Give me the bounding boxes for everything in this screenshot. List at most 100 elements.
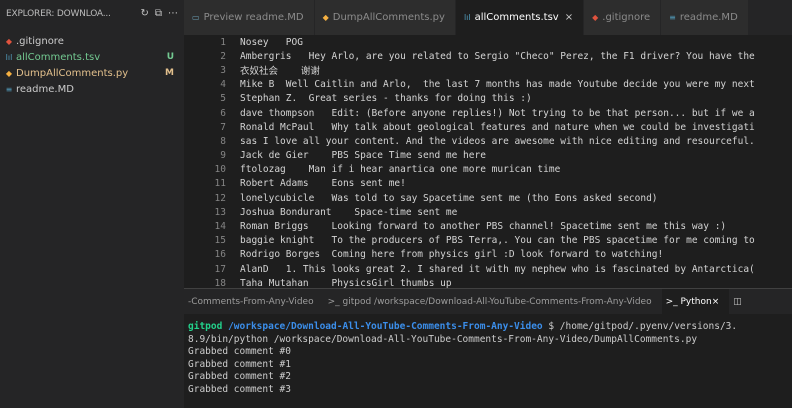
line-number: 8 [220,135,226,147]
line-text: Rodrigo Borges Coming here from physics … [240,249,664,261]
line-text: baggie knight To the producers of PBS Te… [240,235,755,247]
tab-label: Preview readme.MD [203,12,304,23]
tab-file-icon: ≡ [669,13,676,22]
line-text: Taha Mutahan PhysicsGirl thumbs up [240,277,452,288]
file-type-icon: ◆ [5,36,13,46]
editor-tab[interactable]: ◆ .gitignore [584,0,662,35]
terminal-output-line: Grabbed comment #1 [188,358,291,370]
line-text: sas I love all your content. And the vid… [240,135,755,147]
terminal-command: $ /home/gitpod/.pyenv/versions/3. [542,321,738,332]
terminal-tab-bar: -Comments-From-Any-Video >_ gitpod /works… [184,289,792,314]
explorer-header: EXPLORER: DOWNLOA... ↻ ⧉ ⋯ [0,0,184,27]
line-number: 17 [214,263,226,275]
split-terminal-icon[interactable]: ◫ [729,297,742,307]
tab-file-icon: lıl [463,13,471,22]
file-item[interactable]: ◆ DumpAllComments.py M [0,65,184,81]
terminal-output-line: Grabbed comment #2 [188,371,291,382]
terminal-output[interactable]: gitpod /workspace/Download-All-YouTube-C… [184,314,792,396]
editor-tab[interactable]: ◆ DumpAllComments.py [314,0,456,35]
tab-file-icon: ◆ [322,13,329,22]
line-number: 12 [214,192,226,204]
file-item[interactable]: ◆ .gitignore [0,33,184,49]
line-number: 6 [220,107,226,119]
close-tab-icon[interactable]: × [565,12,573,23]
terminal-panel: -Comments-From-Any-Video >_ gitpod /works… [184,288,792,408]
tab-label: .gitignore [602,12,651,23]
file-list: ◆ .gitignore lıl allComments.tsv U ◆ DumpAllCo… [0,33,184,97]
line-text: AlanD 1. This looks great 2. I shared it… [240,263,755,275]
line-number: 1 [220,36,226,48]
code-line: 9 Jack de Gier PBS Space Time send me her… [184,149,792,163]
line-number: 10 [214,164,226,176]
terminal-tab[interactable]: >_ gitpod /workspace/Download-All-YouTub… [324,297,662,307]
line-number: 7 [220,121,226,133]
line-number: 16 [214,249,226,261]
terminal-output-line: Grabbed comment #3 [188,383,291,395]
line-text: 衣奴社会 谢谢 [240,66,320,78]
file-type-icon: ≡ [5,84,13,94]
line-number: 13 [214,206,226,218]
file-name: allComments.tsv [16,51,101,63]
editor-tab[interactable]: lıl allComments.tsv × [455,0,585,35]
line-text: Jack de Gier PBS Space Time send me here [240,150,486,162]
code-line: 4 Mike B Well Caitlin and Arlo, the last … [184,78,792,92]
line-text: Stephan Z. Great series - thanks for doi… [240,93,532,105]
terminal-tab-label: -Comments-From-Any-Video [188,296,314,307]
terminal-tab-label: >_ gitpod /workspace/Download-All-YouTub… [327,296,652,307]
editor-tab[interactable]: ▭ Preview readme.MD [184,0,315,35]
code-line: 2 Ambergris Hey Arlo, are you related to … [184,49,792,63]
line-number: 4 [220,79,226,91]
explorer-sidebar: EXPLORER: DOWNLOA... ↻ ⧉ ⋯ ◆ .gitignore lı… [0,0,184,408]
line-number: 11 [214,178,226,190]
terminal-tab[interactable]: >_ Python × [661,289,730,314]
terminal-prompt-path: /workspace/Download-All-YouTube-Comments… [228,321,543,332]
code-line: 8 sas I love all your content. And the vi… [184,134,792,148]
close-terminal-icon[interactable]: × [712,297,720,307]
code-line: 12 lonelycubicle Was told to say Spacetim… [184,191,792,205]
file-item[interactable]: lıl allComments.tsv U [0,49,184,65]
code-line: 10 ftolozag Man if i hear anartica one mo… [184,163,792,177]
file-type-icon: lıl [5,52,13,62]
terminal-prompt-user: gitpod [188,321,223,332]
code-line: 5 Stephan Z. Great series - thanks for do… [184,92,792,106]
line-text: Mike B Well Caitlin and Arlo, the last 7… [240,79,755,91]
code-line: 3 衣奴社会 谢谢 [184,63,792,78]
tab-label: allComments.tsv [474,12,559,23]
editor-tab[interactable]: ≡ readme.MD [661,0,749,35]
tab-label: DumpAllComments.py [332,12,445,23]
line-text: Ambergris Hey Arlo, are you related to S… [240,50,755,62]
code-line: 17 AlanD 1. This looks great 2. I shared … [184,262,792,276]
code-line: 1 Nosey POG [184,35,792,49]
git-status-badge: M [165,68,174,78]
line-text: Nosey POG [240,36,303,48]
terminal-output-line: Grabbed comment #0 [188,346,291,357]
terminal-command-wrap: 8.9/bin/python /workspace/Download-All-Y… [188,333,698,345]
terminal-tab[interactable]: -Comments-From-Any-Video [184,297,324,307]
code-line: 18 Taha Mutahan PhysicsGirl thumbs up [184,276,792,288]
code-line: 6 dave thompson Edit: (Before anyone repl… [184,106,792,120]
file-name: .gitignore [16,35,64,47]
line-text: lonelycubicle Was told to say Spacetime … [240,192,658,204]
line-number: 15 [214,235,226,247]
collapse-all-icon[interactable]: ⧉ [155,8,162,19]
line-number: 9 [220,150,226,162]
terminal-tab-label: >_ Python [665,296,712,307]
code-line: 14 Roman Briggs Looking forward to anothe… [184,219,792,233]
line-text: Roman Briggs Looking forward to another … [240,221,727,233]
file-name: DumpAllComments.py [16,67,129,79]
line-text: ftolozag Man if i hear anartica one more… [240,164,561,176]
git-status-badge: U [166,52,174,62]
line-text: Robert Adams Eons sent me! [240,178,406,190]
editor-pane[interactable]: 1 Nosey POG 2 Ambergris Hey Arlo, are you r… [184,35,792,288]
code-line: 15 baggie knight To the producers of PBS … [184,234,792,248]
more-actions-icon[interactable]: ⋯ [168,8,178,19]
line-text: dave thompson Edit: (Before anyone repli… [240,107,755,119]
explorer-title: EXPLORER: DOWNLOA... [6,8,111,19]
line-number: 18 [214,277,226,288]
file-type-icon: ◆ [5,68,13,78]
file-item[interactable]: ≡ readme.MD [0,81,184,97]
line-number: 3 [220,64,226,76]
tab-file-icon: ▭ [192,13,200,22]
refresh-icon[interactable]: ↻ [140,8,148,19]
line-text: Joshua Bondurant Space-time sent me [240,206,458,218]
